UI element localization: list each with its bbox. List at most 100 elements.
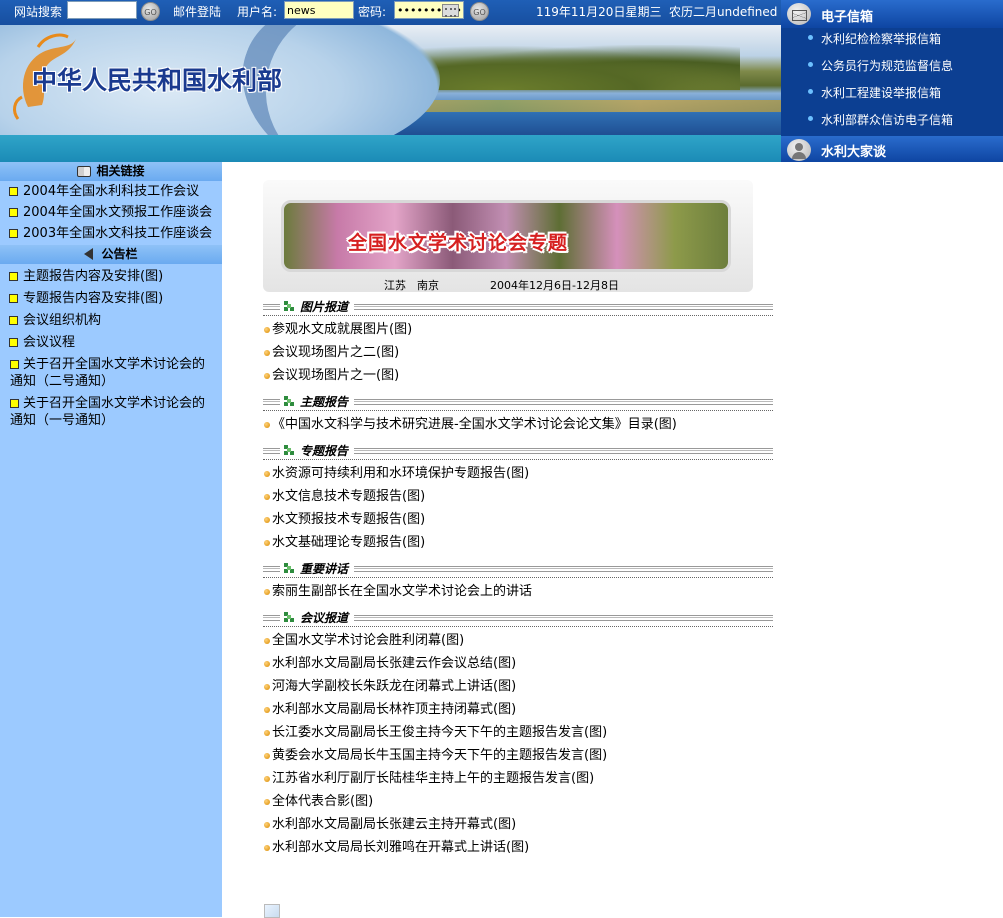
- feature-location-dates: 江苏 南京 2004年12月6日-12月8日: [384, 277, 619, 293]
- related-links-header: 相关链接: [0, 162, 222, 181]
- bulletin-item-label: 主题报告内容及安排(图): [23, 269, 164, 284]
- news-item-link[interactable]: 河海大学副校长朱跃龙在闭幕式上讲话(图): [263, 675, 783, 698]
- feature-banner[interactable]: 全国水文学术讨论会专题 江苏 南京 2004年12月6日-12月8日: [263, 180, 753, 292]
- news-item-link[interactable]: 水文信息技术专题报告(图): [263, 485, 783, 508]
- search-input[interactable]: [67, 1, 137, 19]
- news-item-link[interactable]: 索丽生副部长在全国水文学术讨论会上的讲话: [263, 580, 783, 603]
- broken-image-icon: [264, 904, 280, 918]
- news-item-link[interactable]: 水文预报技术专题报告(图): [263, 508, 783, 531]
- related-link-label: 2004年全国水文预报工作座谈会: [23, 205, 213, 220]
- news-item-link[interactable]: 会议现场图片之二(图): [263, 341, 783, 364]
- forum-header[interactable]: 水利大家谈: [781, 136, 1003, 162]
- square-bullet-icon: [9, 338, 18, 347]
- bulletin-item-label: 关于召开全国水文学术讨论会的通知（二号通知）: [10, 357, 206, 389]
- user-icon: [787, 139, 811, 161]
- section-title: 图片报道: [280, 298, 355, 315]
- section-grid-icon: [284, 563, 295, 574]
- site-title: 中华人民共和国水利部: [32, 66, 283, 95]
- related-link-label: 2004年全国水利科技工作会议: [23, 184, 200, 199]
- news-item-link[interactable]: 江苏省水利厅副厅长陆桂华主持上午的主题报告发言(图): [263, 767, 783, 790]
- mailbox-link[interactable]: 水利纪检检察举报信箱: [807, 30, 941, 47]
- section-grid-icon: [284, 396, 295, 407]
- news-item-link[interactable]: 会议现场图片之一(图): [263, 364, 783, 387]
- bulletin-item[interactable]: 主题报告内容及安排(图): [0, 264, 222, 288]
- news-item-link[interactable]: 全国水文学术讨论会胜利闭幕(图): [263, 629, 783, 652]
- section-header: 重要讲话: [263, 559, 783, 580]
- main-content: 全国水文学术讨论会专题 江苏 南京 2004年12月6日-12月8日 图片报道参…: [263, 180, 783, 863]
- mail-icon: [787, 3, 811, 25]
- news-item-link[interactable]: 水资源可持续利用和水环境保护专题报告(图): [263, 462, 783, 485]
- username-label: 用户名:: [237, 5, 278, 19]
- square-bullet-icon: [9, 208, 18, 217]
- news-item-link[interactable]: 水文基础理论专题报告(图): [263, 531, 783, 554]
- bulletin-title: 公告栏: [101, 247, 138, 261]
- speaker-icon: [84, 248, 94, 260]
- section-title: 主题报告: [280, 393, 355, 410]
- news-item-link[interactable]: 水利部水文局副局长张建云主持开幕式(图): [263, 813, 783, 836]
- section-title-text: 会议报道: [300, 611, 349, 625]
- square-bullet-icon: [9, 316, 18, 325]
- keyboard-icon[interactable]: [442, 4, 459, 17]
- mailbox-link[interactable]: 水利部群众信访电子信箱: [807, 111, 953, 128]
- news-sections: 图片报道参观水文成就展图片(图) 会议现场图片之二(图) 会议现场图片之一(图) 主题…: [263, 297, 783, 859]
- section-dotted-rule: [263, 626, 773, 627]
- section-title-text: 图片报道: [300, 300, 349, 314]
- news-item-link[interactable]: 水利部水文局副局长林祚顶主持闭幕式(图): [263, 698, 783, 721]
- feature-location: 江苏 南京: [384, 279, 439, 292]
- bulletin-item[interactable]: 关于召开全国水文学术讨论会的通知（二号通知）: [0, 354, 222, 393]
- news-item-link[interactable]: 水利部水文局副局长张建云作会议总结(图): [263, 652, 783, 675]
- news-section: 专题报告 水资源可持续利用和水环境保护专题报告(图) 水文信息技术专题报告(图) 水文…: [263, 441, 783, 554]
- search-go-button[interactable]: GO: [141, 2, 160, 21]
- related-link-label: 2003年全国水文科技工作座谈会: [23, 226, 213, 241]
- related-link[interactable]: 2004年全国水文预报工作座谈会: [0, 202, 222, 223]
- section-title: 会议报道: [280, 609, 355, 626]
- bulletin-item[interactable]: 会议组织机构: [0, 310, 222, 332]
- username-input[interactable]: [284, 1, 354, 19]
- section-header: 专题报告: [263, 441, 783, 462]
- section-header: 图片报道: [263, 297, 783, 318]
- banner-strip: [0, 135, 781, 162]
- news-item-link[interactable]: 全体代表合影(图): [263, 790, 783, 813]
- bulletin-item-label: 会议组织机构: [23, 313, 102, 328]
- password-label: 密码:: [358, 5, 387, 19]
- feature-dates: 2004年12月6日-12月8日: [490, 279, 619, 292]
- related-link[interactable]: 2004年全国水利科技工作会议: [0, 181, 222, 202]
- book-icon: [77, 166, 92, 177]
- news-item-link[interactable]: 黄委会水文局局长牛玉国主持今天下午的主题报告发言(图): [263, 744, 783, 767]
- search-label: 网站搜索: [14, 5, 63, 19]
- related-links-title: 相关链接: [96, 164, 145, 178]
- section-title: 专题报告: [280, 442, 355, 459]
- section-title-text: 重要讲话: [300, 562, 349, 576]
- news-item-link[interactable]: 《中国水文科学与技术研究进展-全国水文学术讨论会论文集》目录(图): [263, 413, 783, 436]
- bulletin-item[interactable]: 关于召开全国水文学术讨论会的通知（一号通知）: [0, 393, 222, 432]
- news-item-link[interactable]: 水利部水文局局长刘雅鸣在开幕式上讲话(图): [263, 836, 783, 859]
- mailbox-header[interactable]: 电子信箱: [781, 0, 1003, 28]
- square-bullet-icon: [9, 272, 18, 281]
- news-item-link[interactable]: 参观水文成就展图片(图): [263, 318, 783, 341]
- forum-title: 水利大家谈: [821, 145, 887, 160]
- bulletin-item-label: 关于召开全国水文学术讨论会的通知（一号通知）: [10, 396, 206, 428]
- section-grid-icon: [284, 445, 295, 456]
- section-dotted-rule: [263, 315, 773, 316]
- bulletin-item-label: 专题报告内容及安排(图): [23, 291, 164, 306]
- feature-title: 全国水文学术讨论会专题: [348, 232, 569, 254]
- section-grid-icon: [284, 612, 295, 623]
- section-dotted-rule: [263, 577, 773, 578]
- section-title: 重要讲话: [280, 560, 355, 577]
- mailbox-link[interactable]: 水利工程建设举报信箱: [807, 84, 941, 101]
- bulletin-item[interactable]: 专题报告内容及安排(图): [0, 288, 222, 310]
- related-link[interactable]: 2003年全国水文科技工作座谈会: [0, 223, 222, 244]
- mailbox-link[interactable]: 公务员行为规范监督信息: [807, 57, 953, 74]
- left-sidebar: 相关链接 2004年全国水利科技工作会议 2004年全国水文预报工作座谈会 20…: [0, 162, 222, 917]
- square-bullet-icon: [10, 399, 19, 408]
- section-grid-icon: [284, 301, 295, 312]
- bulletin-item[interactable]: 会议议程: [0, 332, 222, 354]
- login-go-button[interactable]: GO: [470, 2, 489, 21]
- lunar-date-text: 农历二月undefined: [669, 5, 778, 19]
- mailbox-title: 电子信箱: [821, 10, 874, 25]
- news-item-link[interactable]: 长江委水文局副局长王俊主持今天下午的主题报告发言(图): [263, 721, 783, 744]
- square-bullet-icon: [9, 294, 18, 303]
- news-section: 会议报道全国水文学术讨论会胜利闭幕(图) 水利部水文局副局长张建云作会议总结(图)…: [263, 608, 783, 859]
- news-section: 主题报告《中国水文科学与技术研究进展-全国水文学术讨论会论文集》目录(图): [263, 392, 783, 436]
- square-bullet-icon: [10, 360, 19, 369]
